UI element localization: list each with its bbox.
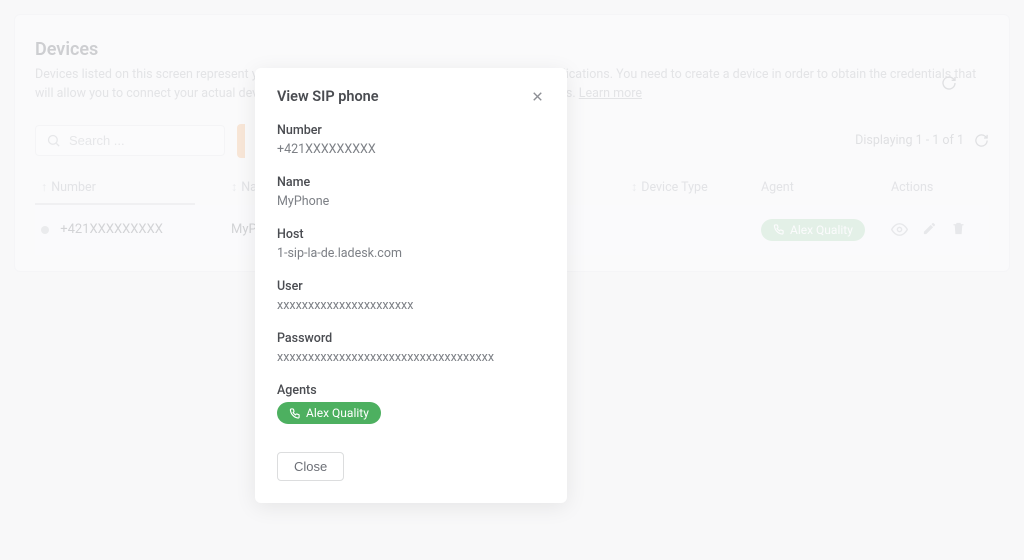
modal-title: View SIP phone bbox=[277, 88, 379, 105]
field-name-label: Name bbox=[277, 175, 545, 190]
phone-icon bbox=[289, 408, 300, 419]
field-password-label: Password bbox=[277, 331, 545, 346]
field-host-value: 1-sip-la-de.ladesk.com bbox=[277, 246, 545, 261]
field-password-value: xxxxxxxxxxxxxxxxxxxxxxxxxxxxxxxxxxx bbox=[277, 350, 545, 365]
field-name-value: MyPhone bbox=[277, 194, 545, 209]
close-icon[interactable] bbox=[530, 89, 545, 104]
field-number-value: +421XXXXXXXXX bbox=[277, 142, 545, 157]
sip-phone-modal: View SIP phone Number +421XXXXXXXXX Name… bbox=[255, 68, 567, 503]
field-user-value: xxxxxxxxxxxxxxxxxxxxxx bbox=[277, 298, 545, 313]
field-host-label: Host bbox=[277, 227, 545, 242]
close-button[interactable]: Close bbox=[277, 452, 344, 481]
field-user-label: User bbox=[277, 279, 545, 294]
field-agents-label: Agents bbox=[277, 383, 545, 398]
field-number-label: Number bbox=[277, 123, 545, 138]
agent-pill[interactable]: Alex Quality bbox=[277, 402, 381, 424]
